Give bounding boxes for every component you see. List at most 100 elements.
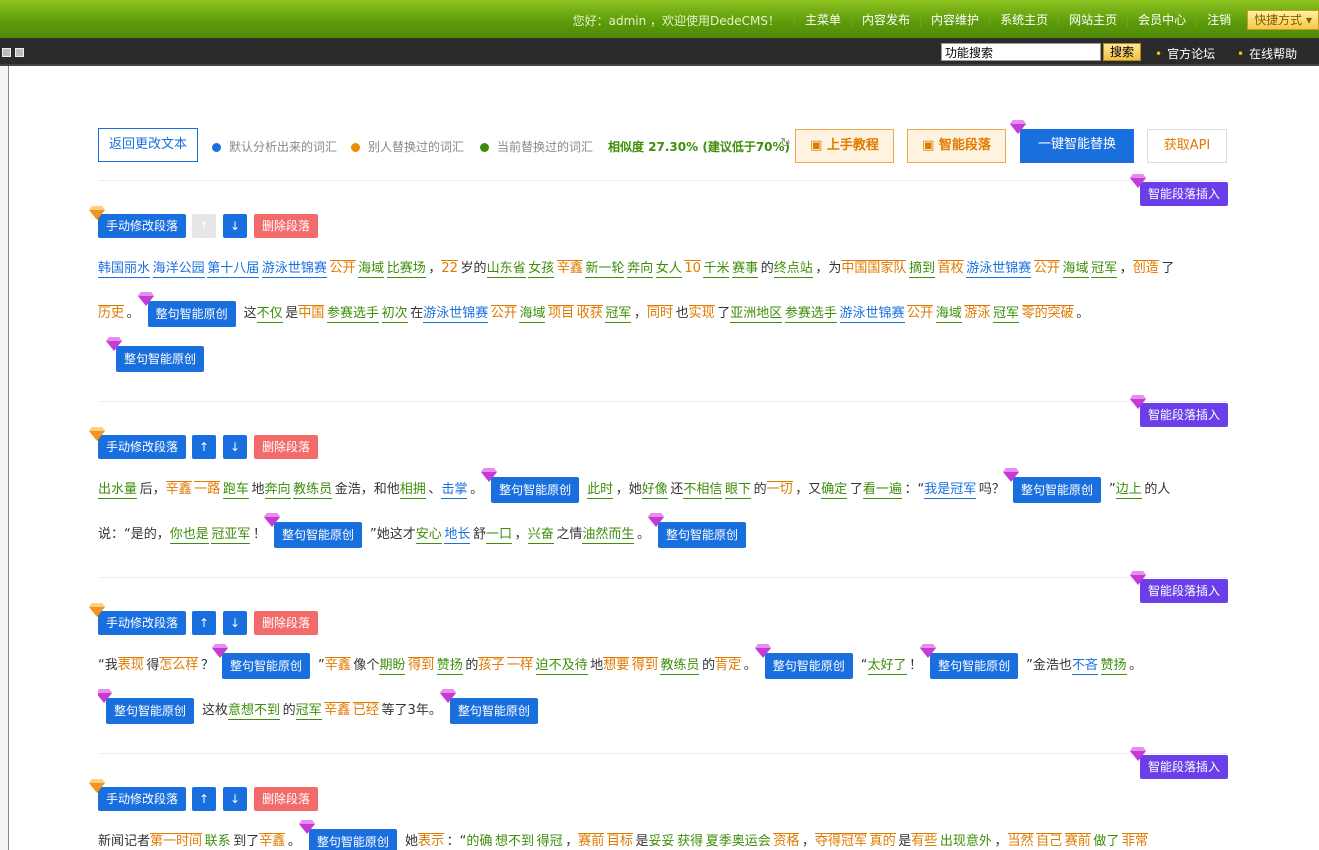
replaced-word-others[interactable]: 目标 bbox=[606, 833, 633, 850]
replaced-word-current[interactable]: 赛事 bbox=[732, 261, 759, 278]
replaced-word-others[interactable]: 表现 bbox=[117, 657, 144, 674]
replaced-word-current[interactable]: 想不到 bbox=[494, 834, 534, 850]
search-button[interactable]: 搜索 bbox=[1103, 43, 1141, 61]
smart-paragraph-insert-button[interactable]: 智能段落插入 bbox=[1140, 182, 1228, 206]
nav-system-home[interactable]: 系统主页 bbox=[989, 13, 1058, 27]
replaced-word-current[interactable]: 亚洲地区 bbox=[730, 306, 783, 323]
replaced-word-others[interactable]: 辛鑫 bbox=[324, 702, 351, 719]
replaced-word-others[interactable]: 辛鑫 bbox=[324, 657, 351, 674]
replaced-word-current[interactable]: 兴奋 bbox=[527, 527, 554, 544]
replaced-word-others[interactable]: 中国国家队 bbox=[841, 260, 907, 277]
layout-toggle-icon[interactable] bbox=[2, 48, 11, 57]
replaced-word-current[interactable]: 摘到 bbox=[909, 261, 936, 278]
replaced-word-others[interactable]: 赛前 bbox=[578, 833, 605, 850]
replaced-word-current[interactable]: 眼下 bbox=[725, 482, 752, 499]
replaced-word-others[interactable]: 公开 bbox=[329, 260, 356, 277]
replaced-word-others[interactable]: 资格 bbox=[773, 833, 800, 850]
replaced-word-current[interactable]: 比赛场 bbox=[386, 261, 426, 278]
replaced-word-others[interactable]: 夺得冠军 bbox=[815, 833, 868, 850]
replaced-word-others[interactable]: 第一时间 bbox=[150, 833, 203, 850]
replaced-word-others[interactable]: 22 bbox=[441, 260, 458, 277]
replaced-word-others[interactable]: 辛鑫 bbox=[556, 260, 583, 277]
replaced-word-current[interactable]: 的确 bbox=[466, 834, 493, 850]
move-up-button[interactable]: ↑ bbox=[192, 787, 216, 811]
replaced-word-current[interactable]: 赞扬 bbox=[1100, 658, 1127, 675]
replaced-word-current[interactable]: 海域 bbox=[1062, 261, 1089, 278]
smart-paragraph-insert-button[interactable]: 智能段落插入 bbox=[1140, 403, 1228, 427]
replaced-word-others[interactable]: 怎么样 bbox=[159, 657, 199, 674]
nav-content-publish[interactable]: 内容发布 bbox=[851, 13, 920, 27]
replaced-word-current[interactable]: 看一遍 bbox=[862, 482, 902, 499]
default-word[interactable]: 我是冠军 bbox=[924, 482, 977, 499]
replaced-word-current[interactable]: 联系 bbox=[204, 834, 231, 850]
replaced-word-current[interactable]: 出现意外 bbox=[939, 834, 992, 850]
replaced-word-current[interactable]: 相拥 bbox=[399, 482, 426, 499]
sentence-rewrite-button[interactable]: 整句智能原创 bbox=[439, 688, 538, 724]
sentence-rewrite-button[interactable]: 整句智能原创 bbox=[754, 643, 853, 679]
replaced-word-current[interactable]: 不仅 bbox=[256, 306, 283, 323]
sentence-rewrite-button[interactable]: 整句智能原创 bbox=[106, 336, 205, 372]
default-word[interactable]: 游泳世锦赛 bbox=[839, 306, 905, 323]
move-down-button[interactable]: ↓ bbox=[223, 435, 247, 459]
replaced-word-current[interactable]: 期盼 bbox=[379, 658, 406, 675]
replaced-word-current[interactable]: 教练员 bbox=[660, 658, 700, 675]
replaced-word-others[interactable]: 公开 bbox=[907, 305, 934, 322]
quick-menu-dropdown[interactable]: 快捷方式 ▾ bbox=[1247, 10, 1319, 30]
replaced-word-current[interactable]: 初次 bbox=[381, 306, 408, 323]
replaced-word-current[interactable]: 教练员 bbox=[293, 482, 333, 499]
replaced-word-others[interactable]: 得到 bbox=[631, 657, 658, 674]
default-word[interactable]: 韩国丽水 bbox=[98, 261, 151, 278]
replaced-word-others[interactable]: 已经 bbox=[352, 702, 379, 719]
nav-site-home[interactable]: 网站主页 bbox=[1058, 13, 1127, 27]
nav-member-center[interactable]: 会员中心 bbox=[1127, 13, 1196, 27]
replaced-word-others[interactable]: 创造 bbox=[1132, 260, 1159, 277]
one-key-replace-button[interactable]: 一键智能替换 bbox=[1020, 129, 1134, 163]
replaced-word-current[interactable]: 安心 bbox=[415, 527, 442, 544]
move-up-button[interactable]: ↑ bbox=[192, 611, 216, 635]
replaced-word-current[interactable]: 一口 bbox=[486, 527, 513, 544]
replaced-word-others[interactable]: 自己 bbox=[1036, 833, 1063, 850]
default-word[interactable]: 游泳世锦赛 bbox=[261, 261, 327, 278]
default-word[interactable]: 游泳世锦赛 bbox=[966, 261, 1032, 278]
move-up-button[interactable]: ↑ bbox=[192, 435, 216, 459]
replaced-word-others[interactable]: 实现 bbox=[688, 305, 715, 322]
move-down-button[interactable]: ↓ bbox=[223, 787, 247, 811]
replaced-word-others[interactable]: 零的突破 bbox=[1021, 305, 1074, 322]
sentence-rewrite-button[interactable]: 整句智能原创 bbox=[264, 512, 363, 548]
sentence-rewrite-button[interactable]: 整句智能原创 bbox=[481, 467, 580, 503]
default-word[interactable]: 海洋公园 bbox=[152, 261, 205, 278]
replaced-word-others[interactable]: 10 bbox=[684, 260, 701, 277]
replaced-word-current[interactable]: 千米 bbox=[703, 261, 730, 278]
replaced-word-others[interactable]: 同时 bbox=[646, 305, 673, 322]
replaced-word-current[interactable]: 海域 bbox=[358, 261, 385, 278]
sentence-rewrite-button[interactable]: 整句智能原创 bbox=[1002, 467, 1101, 503]
replaced-word-others[interactable]: 一切 bbox=[766, 481, 793, 498]
replaced-word-current[interactable]: 妥妥 bbox=[648, 834, 675, 850]
replaced-word-others[interactable]: 表示 bbox=[417, 833, 444, 850]
refresh-icon[interactable]: ↻ bbox=[780, 136, 791, 151]
replaced-word-others[interactable]: 公开 bbox=[1033, 260, 1060, 277]
sentence-rewrite-button[interactable]: 整句智能原创 bbox=[298, 819, 397, 850]
replaced-word-others[interactable]: 得到 bbox=[408, 657, 435, 674]
move-up-button[interactable]: ↑ bbox=[192, 214, 216, 238]
sentence-rewrite-button[interactable]: 整句智能原创 bbox=[647, 512, 746, 548]
manual-edit-paragraph-button[interactable]: 手动修改段落 bbox=[98, 611, 186, 635]
sentence-rewrite-button[interactable]: 整句智能原创 bbox=[137, 291, 236, 327]
replaced-word-current[interactable]: 不相信 bbox=[683, 482, 723, 499]
replaced-word-others[interactable]: 中国 bbox=[298, 305, 325, 322]
replaced-word-others[interactable]: 一样 bbox=[506, 657, 533, 674]
delete-paragraph-button[interactable]: 删除段落 bbox=[254, 435, 318, 459]
replaced-word-current[interactable]: 女人 bbox=[655, 261, 682, 278]
manual-edit-paragraph-button[interactable]: 手动修改段落 bbox=[98, 787, 186, 811]
manual-edit-paragraph-button[interactable]: 手动修改段落 bbox=[98, 214, 186, 238]
replaced-word-current[interactable]: 你也是 bbox=[169, 527, 209, 544]
default-word[interactable]: 游泳世锦赛 bbox=[423, 306, 489, 323]
replaced-word-current[interactable]: 油然而生 bbox=[582, 527, 635, 544]
replaced-word-current[interactable]: 获得 bbox=[677, 834, 704, 850]
help-link[interactable]: • 在线帮助 bbox=[1237, 45, 1297, 62]
nav-main-menu[interactable]: 主菜单 bbox=[794, 13, 851, 27]
replaced-word-current[interactable]: 终点站 bbox=[773, 261, 813, 278]
replaced-word-others[interactable]: 历史 bbox=[98, 305, 125, 322]
replaced-word-others[interactable]: 真的 bbox=[869, 833, 896, 850]
replaced-word-current[interactable]: 得冠 bbox=[536, 834, 563, 850]
